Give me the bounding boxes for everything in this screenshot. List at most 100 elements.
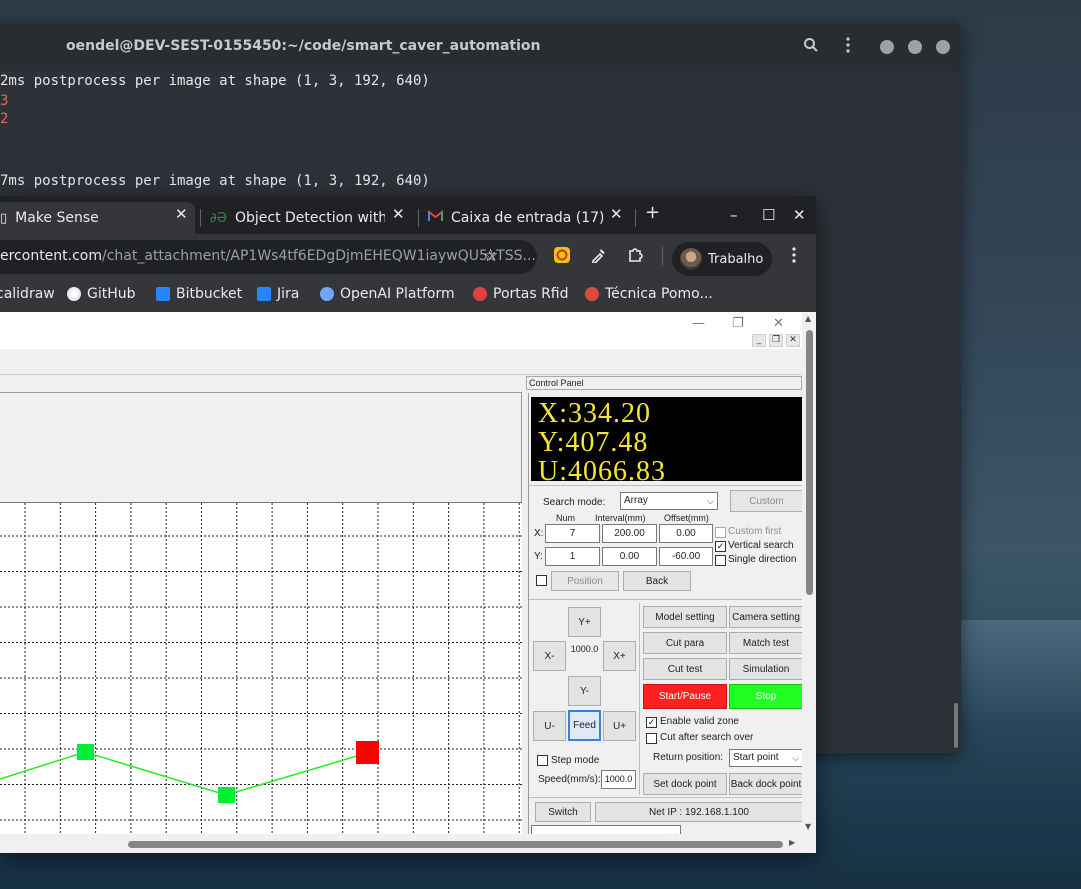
- position-checkbox[interactable]: [536, 575, 547, 586]
- jog-u-minus-button[interactable]: U-: [533, 711, 566, 741]
- tab-strip: ▯ Make Sense ✕ ∂Ə Object Detection with …: [0, 196, 816, 234]
- bookmark-openai-platform[interactable]: OpenAI Platform: [320, 286, 455, 302]
- grid-canvas[interactable]: [0, 503, 522, 835]
- browser-menu-icon[interactable]: [791, 247, 797, 267]
- return-position-select[interactable]: Start point ⌵: [729, 749, 802, 767]
- maximize-window-icon[interactable]: ☐: [762, 206, 775, 224]
- work-area: [0, 392, 522, 835]
- position-button[interactable]: Position: [551, 571, 619, 591]
- mdi-minimize-icon[interactable]: _: [752, 334, 766, 347]
- net-ip-display: Net IP : 192.168.1.100: [595, 802, 802, 822]
- x-offset-field[interactable]: 0.00: [659, 524, 713, 543]
- tab-object-detection[interactable]: ∂Ə Object Detection with: [210, 202, 385, 234]
- control-panel: X:334.20 Y:407.48 U:4066.83 Search mode:…: [528, 393, 802, 834]
- tab-make-sense[interactable]: ▯ Make Sense: [0, 202, 195, 234]
- single-direction-checkbox[interactable]: [715, 555, 726, 566]
- back-dock-point-button[interactable]: Back dock point: [729, 773, 802, 795]
- profile-button[interactable]: Trabalho: [672, 242, 772, 276]
- jog-x-minus-button[interactable]: X-: [533, 641, 566, 671]
- tab-gmail[interactable]: Caixa de entrada (17): [428, 202, 603, 234]
- speed-field[interactable]: 1000.0: [601, 770, 636, 789]
- extensions-puzzle-icon[interactable]: [627, 247, 643, 267]
- address-bar[interactable]: ercontent.com/chat_attachment/AP1Ws4tf6E…: [0, 240, 537, 274]
- mdi-restore-icon[interactable]: ❐: [769, 334, 783, 347]
- close-tab-icon[interactable]: ✕: [610, 205, 623, 223]
- custom-button[interactable]: Custom: [730, 490, 802, 512]
- minimize-window-icon[interactable]: –: [730, 206, 738, 224]
- jog-y-minus-button[interactable]: Y-: [568, 676, 601, 706]
- bookmark-star-icon[interactable]: ☆: [483, 246, 498, 266]
- step-mode-checkbox[interactable]: [537, 755, 548, 766]
- bookmark-tecnica-pomodoro[interactable]: Técnica Pomo...: [585, 286, 713, 302]
- eyedropper-icon[interactable]: [591, 247, 607, 267]
- app-toolbar-strip: [0, 349, 802, 375]
- bookmark-bitbucket[interactable]: Bitbucket: [156, 286, 242, 302]
- y-offset-field[interactable]: -60.00: [659, 547, 713, 566]
- scroll-right-icon[interactable]: ▶: [789, 838, 795, 847]
- scroll-down-icon[interactable]: ▼: [805, 822, 811, 831]
- y-num-field[interactable]: 1: [545, 547, 600, 566]
- position-marker: [77, 744, 94, 760]
- tab-divider: [418, 209, 419, 227]
- close-button[interactable]: [936, 40, 950, 54]
- jog-u-plus-button[interactable]: U+: [603, 711, 636, 741]
- coord-x: X:334.20: [538, 398, 651, 429]
- start-pause-button[interactable]: Start/Pause: [643, 684, 727, 709]
- terminal-scrollbar[interactable]: [954, 703, 958, 748]
- close-tab-icon[interactable]: ✕: [175, 205, 188, 223]
- scrollbar-thumb[interactable]: [806, 330, 813, 595]
- jog-x-plus-button[interactable]: X+: [603, 641, 636, 671]
- cut-after-search-checkbox[interactable]: [646, 733, 657, 744]
- speed-label: Speed(mm/s):: [538, 774, 601, 785]
- custom-first-checkbox[interactable]: [715, 527, 726, 538]
- cut-path-line: [0, 751, 368, 796]
- bookmarks-bar: calidraw GitHub Bitbucket Jira OpenAI Pl…: [0, 278, 816, 312]
- page-vertical-scrollbar[interactable]: ▲ ▼: [802, 312, 816, 834]
- new-tab-button[interactable]: +: [645, 202, 660, 223]
- bookmark-github[interactable]: GitHub: [67, 286, 136, 302]
- terminal-titlebar[interactable]: oendel@DEV-SEST-0155450:~/code/smart_cav…: [0, 23, 961, 71]
- mdi-close-icon[interactable]: ✕: [786, 334, 800, 347]
- set-dock-point-button[interactable]: Set dock point: [643, 773, 727, 795]
- close-window-icon[interactable]: ✕: [793, 206, 806, 224]
- bookmark-portas-rfid[interactable]: Portas Rfid: [473, 286, 569, 302]
- search-icon[interactable]: [803, 37, 819, 57]
- scrollbar-thumb[interactable]: [128, 841, 783, 848]
- vertical-search-checkbox[interactable]: ✓: [715, 541, 726, 552]
- page-horizontal-scrollbar[interactable]: ▶: [0, 834, 802, 853]
- camera-setting-button[interactable]: Camera setting: [729, 606, 802, 628]
- extension-icon[interactable]: [553, 246, 571, 268]
- feed-button[interactable]: Feed: [568, 710, 601, 741]
- app-restore-icon[interactable]: ❐: [732, 316, 744, 331]
- simulation-button[interactable]: Simulation: [729, 658, 802, 680]
- jog-step-value[interactable]: 1000.0: [568, 641, 601, 659]
- x-interval-field[interactable]: 200.00: [602, 524, 657, 543]
- model-setting-button[interactable]: Model setting: [643, 606, 727, 628]
- work-grid[interactable]: [0, 502, 522, 835]
- cut-para-button[interactable]: Cut para: [643, 632, 727, 654]
- app-close-icon[interactable]: ✕: [773, 316, 784, 331]
- search-mode-select[interactable]: Array ⌵: [620, 492, 718, 510]
- bookmark-jira[interactable]: Jira: [257, 286, 299, 302]
- x-num-field[interactable]: 7: [545, 524, 600, 543]
- profile-label: Trabalho: [708, 251, 764, 267]
- enable-valid-zone-checkbox[interactable]: ✓: [646, 717, 657, 728]
- stop-button[interactable]: Stop: [729, 684, 802, 709]
- y-interval-field[interactable]: 0.00: [602, 547, 657, 566]
- switch-button[interactable]: Switch: [535, 802, 591, 822]
- bookmark-excalidraw[interactable]: calidraw: [0, 286, 55, 302]
- match-test-button[interactable]: Match test: [729, 632, 802, 654]
- menu-kebab-icon[interactable]: [845, 37, 851, 57]
- app-minimize-icon[interactable]: —: [692, 316, 705, 331]
- cut-test-button[interactable]: Cut test: [643, 658, 727, 680]
- jog-y-plus-button[interactable]: Y+: [568, 607, 601, 637]
- bottom-select[interactable]: ⌵: [531, 825, 681, 834]
- url-host: ercontent.com: [0, 248, 103, 264]
- search-mode-label: Search mode:: [543, 497, 606, 508]
- minimize-button[interactable]: [880, 40, 894, 54]
- scroll-up-icon[interactable]: ▲: [805, 314, 811, 323]
- maximize-button[interactable]: [908, 40, 922, 54]
- back-button[interactable]: Back: [623, 571, 691, 591]
- col-num-label: Num: [556, 513, 576, 523]
- close-tab-icon[interactable]: ✕: [392, 205, 405, 223]
